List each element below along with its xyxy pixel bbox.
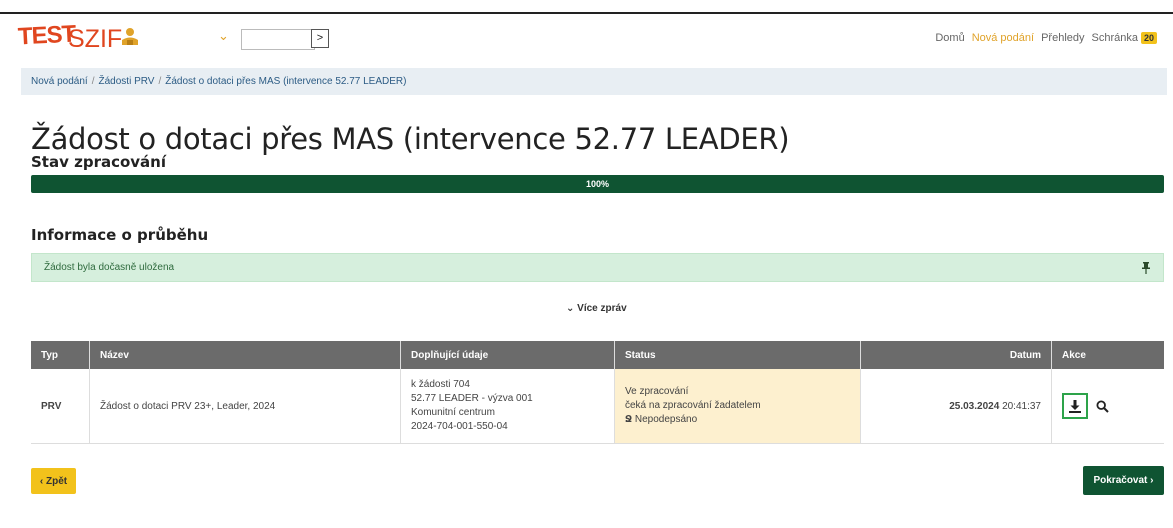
row-status: Ve zpracování čeká na zpracování žadatel… [614, 369, 861, 444]
szif-logo[interactable]: SZIF [68, 25, 122, 54]
submissions-table: Typ Název Doplňující údaje Status Datum … [31, 341, 1164, 444]
more-messages-toggle[interactable]: ⌄ Více zpráv [566, 303, 627, 314]
progress-bar: 100% [31, 175, 1164, 193]
nav-overviews[interactable]: Přehledy [1041, 32, 1084, 44]
breadcrumb-prv-requests[interactable]: Žádosti PRV [99, 76, 155, 87]
more-messages-label: Více zpráv [577, 303, 627, 314]
role-select-input[interactable] [241, 29, 315, 50]
nav-home[interactable]: Domů [935, 32, 964, 44]
extra-line: 2024-704-001-550-04 [411, 421, 508, 432]
row-extra: k žádosti 704 52.77 LEADER - výzva 001 K… [400, 369, 615, 444]
download-button[interactable] [1062, 393, 1088, 419]
extra-line: 52.77 LEADER - výzva 001 [411, 393, 533, 404]
status-alert: Žádost byla dočasně uložena [31, 253, 1164, 282]
status-line: čeká na zpracování žadatelem [625, 400, 761, 411]
col-extra: Doplňující údaje [400, 341, 615, 369]
breadcrumb-current: Žádost o dotaci přes MAS (intervence 52.… [165, 76, 407, 87]
chevron-left-icon: ‹ [39, 475, 44, 487]
page-title: Žádost o dotaci přes MAS (intervence 52.… [31, 122, 790, 156]
row-typ: PRV [31, 369, 90, 444]
unsigned-status: Ջ Nepodepsáno [625, 413, 850, 427]
pin-icon[interactable] [1141, 262, 1151, 274]
row-time: 20:41:37 [1002, 400, 1041, 412]
row-akce [1051, 369, 1164, 444]
table-header-row: Typ Název Doplňující údaje Status Datum … [31, 341, 1164, 369]
row-nazev: Žádost o dotaci PRV 23+, Leader, 2024 [89, 369, 401, 444]
processing-state-label: Stav zpracování [31, 153, 166, 171]
user-role-icon [122, 28, 138, 45]
continue-button[interactable]: Pokračovat › [1083, 466, 1164, 495]
progress-fill: 100% [31, 175, 1164, 193]
table-row: PRV Žádost o dotaci PRV 23+, Leader, 202… [31, 369, 1164, 444]
nav-inbox-label: Schránka [1091, 32, 1138, 44]
extra-line: k žádosti 704 [411, 379, 470, 390]
alert-text: Žádost byla dočasně uložena [44, 262, 175, 273]
col-akce: Akce [1051, 341, 1164, 369]
chevron-right-icon: › [1150, 475, 1154, 486]
search-icon[interactable] [1096, 399, 1109, 413]
go-button[interactable]: > [311, 29, 329, 48]
top-nav: Domů Nová podání Přehledy Schránka 20 [935, 32, 1157, 44]
progress-info-label: Informace o průběhu [31, 226, 209, 244]
col-status: Status [614, 341, 861, 369]
download-icon [1069, 399, 1081, 413]
row-date: 25.03.2024 [949, 400, 1000, 412]
breadcrumb: Nová podání / Žádosti PRV / Žádost o dotaci … [21, 68, 1167, 95]
back-label: Zpět [46, 475, 68, 487]
chevron-down-icon: ⌄ [566, 303, 575, 314]
breadcrumb-new-submissions[interactable]: Nová podání [31, 76, 88, 87]
col-datum: Datum [860, 341, 1052, 369]
back-button[interactable]: ‹ Zpět [31, 468, 76, 494]
unsigned-label: Nepodepsáno [634, 414, 698, 425]
chevron-down-icon[interactable]: ⌄ [218, 28, 229, 44]
nav-new-submissions[interactable]: Nová podání [972, 32, 1034, 44]
col-nazev: Název [89, 341, 401, 369]
continue-label: Pokračovat [1093, 475, 1148, 486]
extra-line: Komunitní centrum [411, 407, 495, 418]
app-header: TEST SZIF ⌄ > Domů Nová podání Přehledy … [0, 14, 1173, 60]
inbox-count-badge: 20 [1140, 32, 1157, 44]
col-typ: Typ [31, 341, 90, 369]
status-line: Ve zpracování [625, 386, 689, 397]
row-datum: 25.03.2024 20:41:37 [860, 369, 1052, 444]
nav-inbox[interactable]: Schránka 20 [1091, 32, 1157, 44]
signature-icon: Ջ [625, 414, 633, 425]
